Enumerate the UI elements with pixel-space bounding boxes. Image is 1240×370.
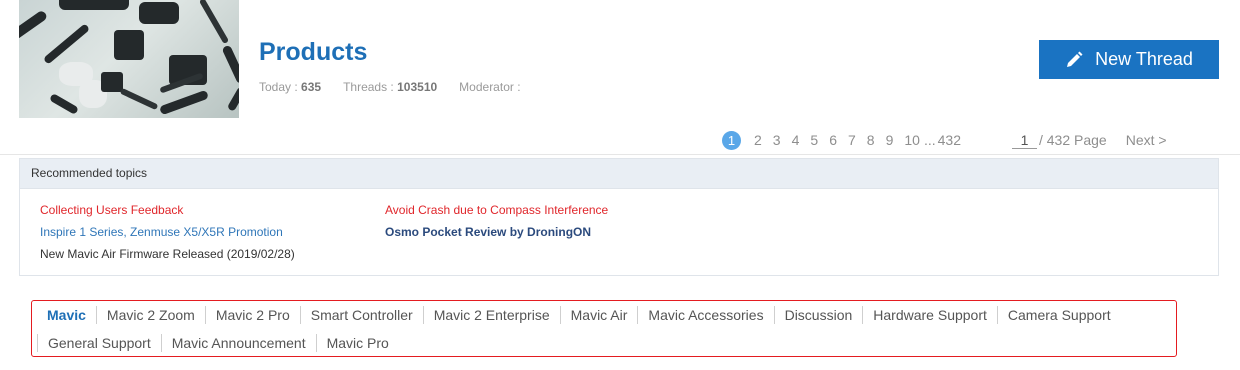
page-link[interactable]: 5 [810,132,818,148]
threads-value: 103510 [397,80,438,94]
new-thread-label: New Thread [1095,49,1193,69]
moderator-label: Moderator : [459,80,521,94]
today-label: Today : [259,80,298,94]
pencil-icon [1067,51,1083,67]
category-tab-mavic-2-pro[interactable]: Mavic 2 Pro [204,306,300,324]
category-tab-mavic[interactable]: Mavic [32,306,96,324]
header-divider [0,154,1240,155]
page-link-last[interactable]: 432 [938,132,961,148]
recommended-topic-link[interactable]: Collecting Users Feedback [40,203,183,217]
page-link[interactable]: 7 [848,132,856,148]
recommended-topic-link[interactable]: Inspire 1 Series, Zenmuse X5/X5R Promoti… [40,225,283,239]
category-tab-general-support[interactable]: General Support [37,334,161,352]
category-tab-smart-controller[interactable]: Smart Controller [299,306,423,324]
forum-banner-image [19,0,239,118]
pagination: 1 2 3 4 5 6 7 8 9 10 ... 432 / 432 Page … [722,129,1167,151]
page-ellipsis: ... [923,132,936,148]
page-link[interactable]: 6 [829,132,837,148]
recommended-topic-link[interactable]: Avoid Crash due to Compass Interference [385,203,608,217]
threads-stat: Threads : 103510 [343,80,437,94]
page-link[interactable]: 8 [867,132,875,148]
recommended-topic-link[interactable]: New Mavic Air Firmware Released (2019/02… [40,247,295,261]
category-tab-hardware-support[interactable]: Hardware Support [862,306,997,324]
page-total-label: / 432 Page [1038,132,1107,148]
category-tab-mavic-accessories[interactable]: Mavic Accessories [637,306,773,324]
new-thread-button[interactable]: New Thread [1039,40,1219,79]
page-link[interactable]: 9 [886,132,894,148]
next-page-link[interactable]: Next > [1126,132,1167,148]
category-tab-camera-support[interactable]: Camera Support [996,306,1121,324]
category-row: General Support Mavic Announcement Mavic… [37,334,399,352]
page-link[interactable]: 10 [904,132,920,148]
today-value: 635 [301,80,322,94]
page-current[interactable]: 1 [722,130,741,150]
category-tab-mavic-pro[interactable]: Mavic Pro [315,334,399,352]
recommended-topic-link[interactable]: Osmo Pocket Review by DroningON [385,225,591,239]
recommended-topics-panel: Recommended topics Collecting Users Feed… [19,158,1219,276]
today-stat: Today : 635 [259,80,321,94]
category-tab-discussion[interactable]: Discussion [773,306,863,324]
page-link[interactable]: 4 [792,132,800,148]
recommended-topics-heading: Recommended topics [20,159,1218,189]
category-tab-mavic-air[interactable]: Mavic Air [559,306,638,324]
subforum-category-list: Mavic Mavic 2 Zoom Mavic 2 Pro Smart Con… [31,300,1177,357]
category-tab-mavic-2-enterprise[interactable]: Mavic 2 Enterprise [422,306,560,324]
category-row: Mavic Mavic 2 Zoom Mavic 2 Pro Smart Con… [32,306,1121,324]
page-link[interactable]: 2 [754,132,762,148]
forum-title: Products [259,38,368,66]
forum-page: Products Today : 635 Threads : 103510 Mo… [0,0,1240,370]
page-number-input[interactable] [1011,131,1037,149]
threads-label: Threads : [343,80,394,94]
page-link[interactable]: 3 [773,132,781,148]
category-tab-mavic-announcement[interactable]: Mavic Announcement [160,334,316,352]
category-tab-mavic-2-zoom[interactable]: Mavic 2 Zoom [95,306,205,324]
forum-stats: Today : 635 Threads : 103510 Moderator : [259,80,521,94]
